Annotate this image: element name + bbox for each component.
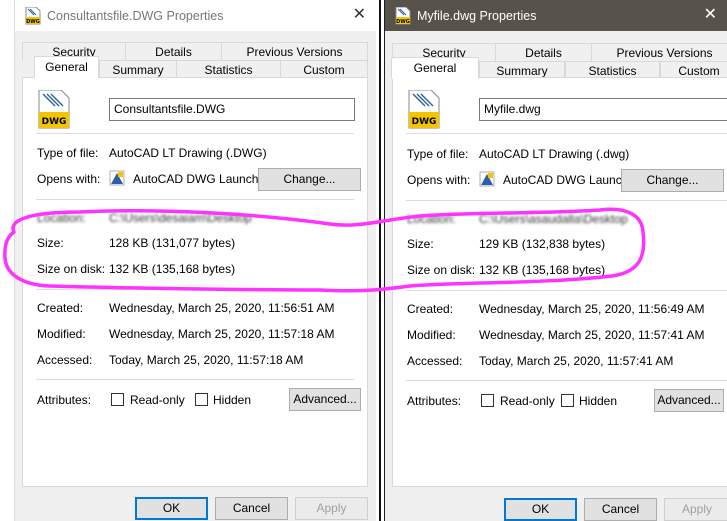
tab-details[interactable]: Details — [125, 42, 222, 61]
ok-button[interactable]: OK — [504, 498, 577, 521]
size-on-disk-label: Size on disk: — [37, 262, 106, 276]
change-button[interactable]: Change... — [621, 169, 724, 192]
title-bar[interactable]: DWG Myfile.dwg Properties ✕ — [385, 0, 727, 31]
change-button[interactable]: Change... — [258, 168, 361, 191]
type-of-file-label: Type of file: — [37, 146, 99, 160]
opens-with-value: AutoCAD DWG Launcher — [503, 173, 631, 187]
apply-button[interactable]: Apply — [664, 498, 727, 521]
dwg-badge-text: DWG — [412, 117, 437, 127]
filename-input[interactable]: Consultantsfile.DWG — [109, 98, 355, 121]
divider — [36, 133, 354, 134]
size-value: 128 KB (131,077 bytes) — [109, 236, 236, 250]
dwg-file-large-icon: DWG — [408, 90, 440, 129]
location-label: Location: — [407, 212, 456, 226]
tab-strip: Security Details Previous Versions Gener… — [15, 40, 376, 79]
close-icon[interactable]: ✕ — [704, 6, 717, 24]
divider — [36, 199, 354, 200]
type-of-file-label: Type of file: — [407, 147, 469, 161]
read-only-checkbox[interactable] — [481, 394, 494, 407]
created-value: Wednesday, March 25, 2020, 11:56:51 AM — [109, 301, 335, 315]
svg-text:DWG: DWG — [396, 19, 410, 25]
tab-strip: Security Details Previous Versions Gener… — [385, 40, 727, 80]
autocad-launcher-icon — [109, 170, 125, 186]
general-tab-panel: DWG Consultantsfile.DWG Type of file: Au… — [22, 77, 368, 487]
tab-general[interactable]: General — [391, 57, 479, 79]
divider — [406, 290, 727, 291]
created-value: Wednesday, March 25, 2020, 11:56:49 AM — [479, 302, 705, 316]
size-label: Size: — [407, 237, 434, 251]
filename-input[interactable]: Myfile.dwg — [479, 98, 727, 121]
modified-label: Modified: — [37, 327, 86, 341]
size-on-disk-label: Size on disk: — [407, 263, 476, 277]
accessed-value: Today, March 25, 2020, 11:57:18 AM — [109, 353, 304, 367]
accessed-label: Accessed: — [407, 354, 463, 368]
svg-text:DWG: DWG — [26, 19, 40, 25]
window-title: Consultantsfile.DWG Properties — [47, 9, 224, 23]
divider — [36, 379, 354, 380]
opens-with-label: Opens with: — [407, 173, 471, 187]
modified-label: Modified: — [407, 328, 456, 342]
read-only-label[interactable]: Read-only — [130, 393, 185, 407]
location-value: C:\Users\desaiam\Desktop — [109, 211, 252, 225]
tab-details[interactable]: Details — [495, 43, 592, 62]
dwg-file-large-icon: DWG — [38, 90, 70, 129]
general-tab-panel: DWG Myfile.dwg Type of file: AutoCAD LT … — [392, 77, 727, 487]
size-value: 129 KB (132,838 bytes) — [479, 237, 606, 251]
divider — [406, 200, 727, 201]
properties-dialog-consultantsfile: DWG Consultantsfile.DWG Properties ✕ Sec… — [14, 0, 376, 521]
modified-value: Wednesday, March 25, 2020, 11:57:18 AM — [109, 327, 335, 341]
tab-general[interactable]: General — [34, 56, 99, 78]
advanced-button[interactable]: Advanced... — [289, 388, 361, 411]
window-border — [379, 0, 381, 521]
window-title: Myfile.dwg Properties — [417, 9, 537, 23]
divider — [406, 133, 727, 134]
dwg-file-icon: DWG — [395, 7, 411, 25]
cancel-button[interactable]: Cancel — [584, 498, 657, 521]
apply-button[interactable]: Apply — [295, 497, 368, 520]
properties-dialog-myfile: DWG Myfile.dwg Properties ✕ Security Det… — [384, 0, 727, 521]
size-on-disk-value: 132 KB (135,168 bytes) — [109, 262, 236, 276]
attributes-label: Attributes: — [407, 394, 462, 408]
created-label: Created: — [407, 302, 454, 316]
window-gap — [376, 0, 384, 521]
accessed-label: Accessed: — [37, 353, 93, 367]
advanced-button[interactable]: Advanced... — [654, 389, 724, 412]
type-of-file-value: AutoCAD LT Drawing (.dwg) — [479, 147, 630, 161]
hidden-label[interactable]: Hidden — [579, 394, 617, 408]
created-label: Created: — [37, 301, 84, 315]
title-bar[interactable]: DWG Consultantsfile.DWG Properties ✕ — [15, 0, 376, 31]
read-only-label[interactable]: Read-only — [500, 394, 555, 408]
attributes-label: Attributes: — [37, 393, 92, 407]
tab-previous-versions[interactable]: Previous Versions — [221, 42, 368, 61]
ok-button[interactable]: OK — [135, 497, 208, 520]
hidden-checkbox[interactable] — [561, 394, 574, 407]
accessed-value: Today, March 25, 2020, 11:57:41 AM — [479, 354, 674, 368]
location-label: Location: — [37, 211, 86, 225]
modified-value: Wednesday, March 25, 2020, 11:57:41 AM — [479, 328, 705, 342]
location-value: C:\Users\asaudalla\Desktop — [479, 212, 628, 226]
size-label: Size: — [37, 236, 64, 250]
hidden-label[interactable]: Hidden — [213, 393, 251, 407]
cancel-button[interactable]: Cancel — [215, 497, 288, 520]
opens-with-label: Opens with: — [37, 172, 101, 186]
opens-with-value: AutoCAD DWG Launcher — [133, 172, 261, 186]
size-on-disk-value: 132 KB (135,168 bytes) — [479, 263, 606, 277]
hidden-checkbox[interactable] — [195, 393, 208, 406]
dwg-badge-text: DWG — [42, 117, 67, 127]
type-of-file-value: AutoCAD LT Drawing (.DWG) — [109, 146, 267, 160]
divider — [406, 380, 727, 381]
dwg-file-icon: DWG — [25, 7, 41, 25]
tab-previous-versions[interactable]: Previous Versions — [591, 43, 727, 62]
close-icon[interactable]: ✕ — [353, 6, 366, 24]
autocad-launcher-icon — [479, 171, 495, 187]
divider — [36, 289, 354, 290]
read-only-checkbox[interactable] — [111, 393, 124, 406]
